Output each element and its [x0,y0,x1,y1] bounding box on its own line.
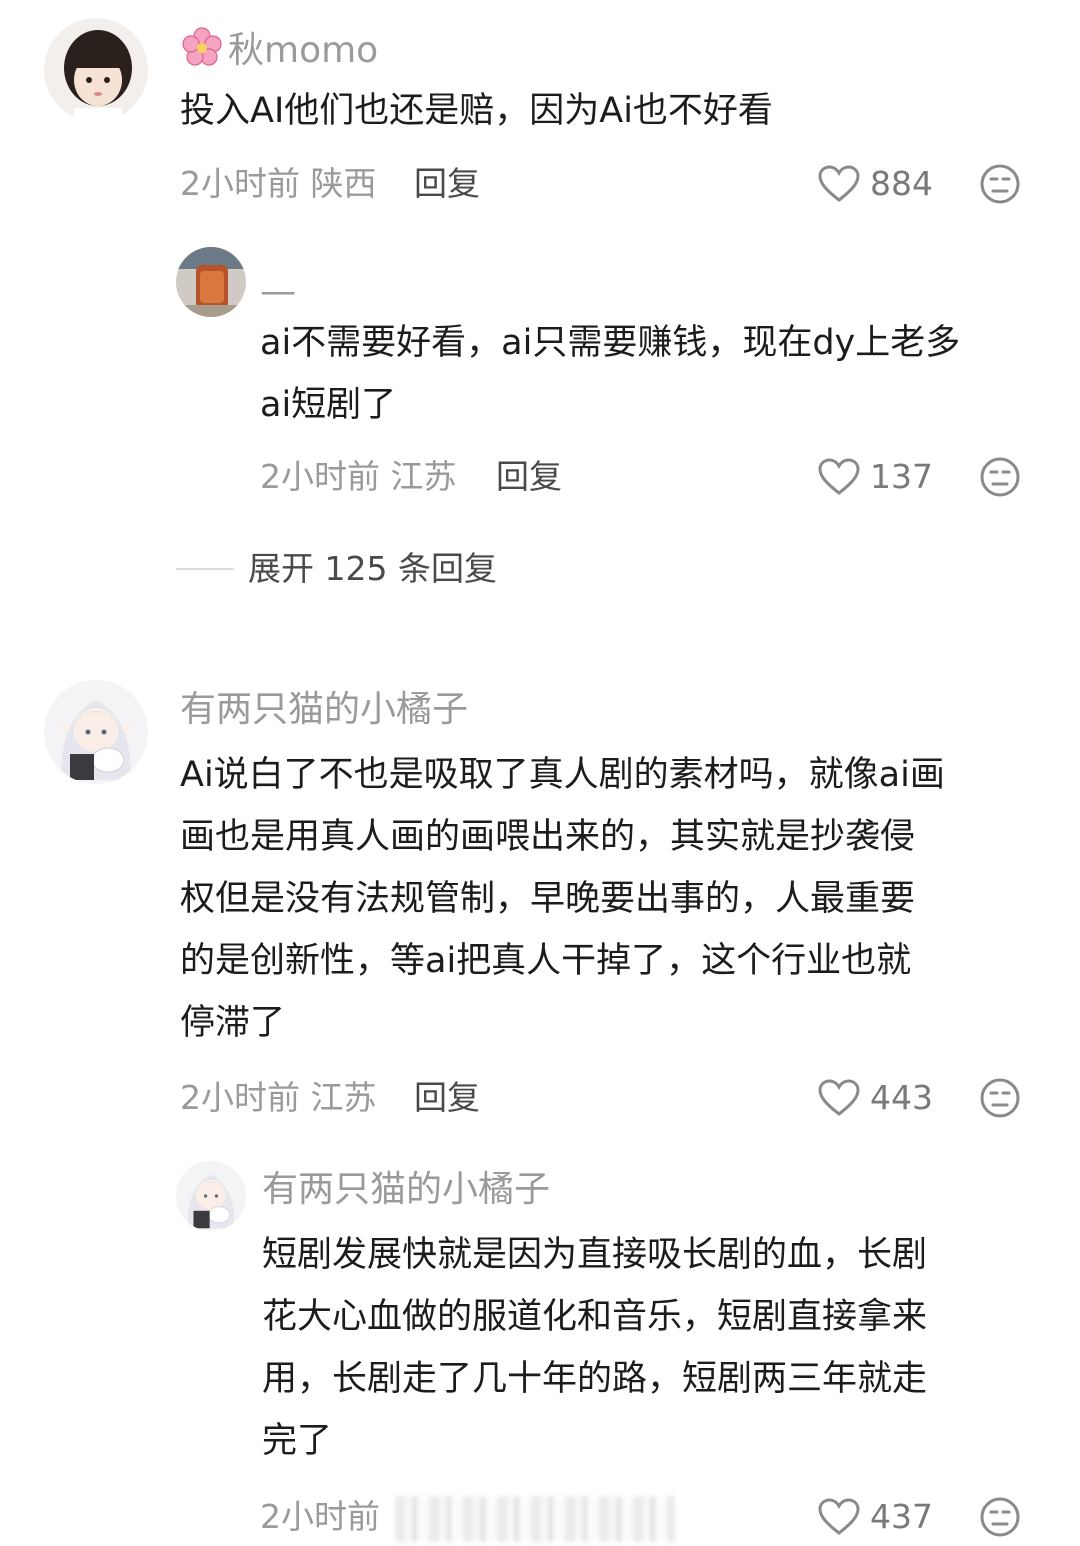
like-button[interactable]: 443 [818,1078,933,1118]
reply-text-line: 花大心血做的服道化和音乐，短剧直接拿来 [262,1297,928,1337]
dislike-icon[interactable] [978,455,1022,499]
dislike-icon[interactable] [978,1495,1022,1539]
reply-time: 2小时前 [260,1497,380,1536]
avatar-qiumomo[interactable] [44,18,148,122]
reply-text-line: ai短剧了 [260,385,397,425]
comment-text-line: Ai说白了不也是吸取了真人剧的素材吗，就像ai画 [180,755,945,795]
reply-text-line: 完了 [262,1421,333,1461]
comment-meta: 2小时前 陕西 [180,164,377,204]
like-count: 137 [870,457,933,496]
comment-username[interactable]: 有两只猫的小橘子 [180,688,468,732]
reply-button[interactable]: 回复 [414,1078,480,1118]
avatar-xiaojuzi[interactable] [44,680,148,784]
comment-text: 投入AI他们也还是赔，因为Ai也不好看 [180,91,773,131]
reply-button[interactable]: 回复 [414,164,480,204]
avatar-image [44,18,148,122]
reply-time: 2小时前 [260,457,380,496]
comment-text-line: 停滞了 [180,1003,286,1043]
flower-icon [182,27,222,66]
expand-replies-label: 展开 125 条回复 [248,549,497,588]
comment-text-line: 画也是用真人画的画喂出来的，其实就是抄袭侵 [180,817,916,857]
like-count: 884 [870,164,933,203]
expand-replies-button[interactable]: 展开 125 条回复 [176,549,497,589]
avatar-image [176,247,246,317]
comment-time: 2小时前 [180,164,300,203]
reply-username[interactable]: 有两只猫的小橘子 [262,1168,550,1212]
comment-text-line: 权但是没有法规管制，早晚要出事的，人最重要 [180,879,916,919]
comment-time: 2小时前 [180,1078,300,1117]
avatar-image [176,1161,246,1231]
comment-location: 江苏 [310,1078,377,1117]
heart-icon [818,1498,860,1535]
avatar-image [44,680,148,784]
like-count: 443 [870,1078,933,1117]
reply-text-line: 短剧发展快就是因为直接吸长剧的血，长剧 [262,1235,928,1275]
comment-location: 陕西 [310,164,377,203]
like-button[interactable]: 437 [818,1497,933,1537]
reply-username[interactable]: — [260,270,296,314]
redacted-area [395,1496,675,1542]
reply-text-line: ai不需要好看，ai只需要赚钱，现在dy上老多 [260,323,961,363]
reply-text-line: 用，长剧走了几十年的路，短剧两三年就走 [262,1359,928,1399]
reply-meta: 2小时前 江苏 [260,457,457,497]
dislike-icon[interactable] [978,1076,1022,1120]
reply-meta: 2小时前 [260,1497,380,1537]
like-button[interactable]: 884 [818,164,933,204]
comment-thread: 秋momo 投入AI他们也还是赔，因为Ai也不好看 2小时前 陕西 回复 884… [0,0,1080,1546]
comment-meta: 2小时前 江苏 [180,1078,377,1118]
comment-text-line: 的是创新性，等ai把真人干掉了，这个行业也就 [180,941,912,981]
reply-location: 江苏 [390,457,457,496]
reply-button[interactable]: 回复 [496,457,562,497]
like-count: 437 [870,1497,933,1536]
dislike-icon[interactable] [978,162,1022,206]
heart-icon [818,1079,860,1116]
like-button[interactable]: 137 [818,457,933,497]
divider-line [176,568,234,570]
heart-icon [818,165,860,202]
avatar-reply-user[interactable] [176,1161,246,1231]
heart-icon [818,458,860,495]
avatar-reply-user[interactable] [176,247,246,317]
comment-username[interactable]: 秋momo [180,26,378,73]
username-text: 秋momo [228,30,379,71]
